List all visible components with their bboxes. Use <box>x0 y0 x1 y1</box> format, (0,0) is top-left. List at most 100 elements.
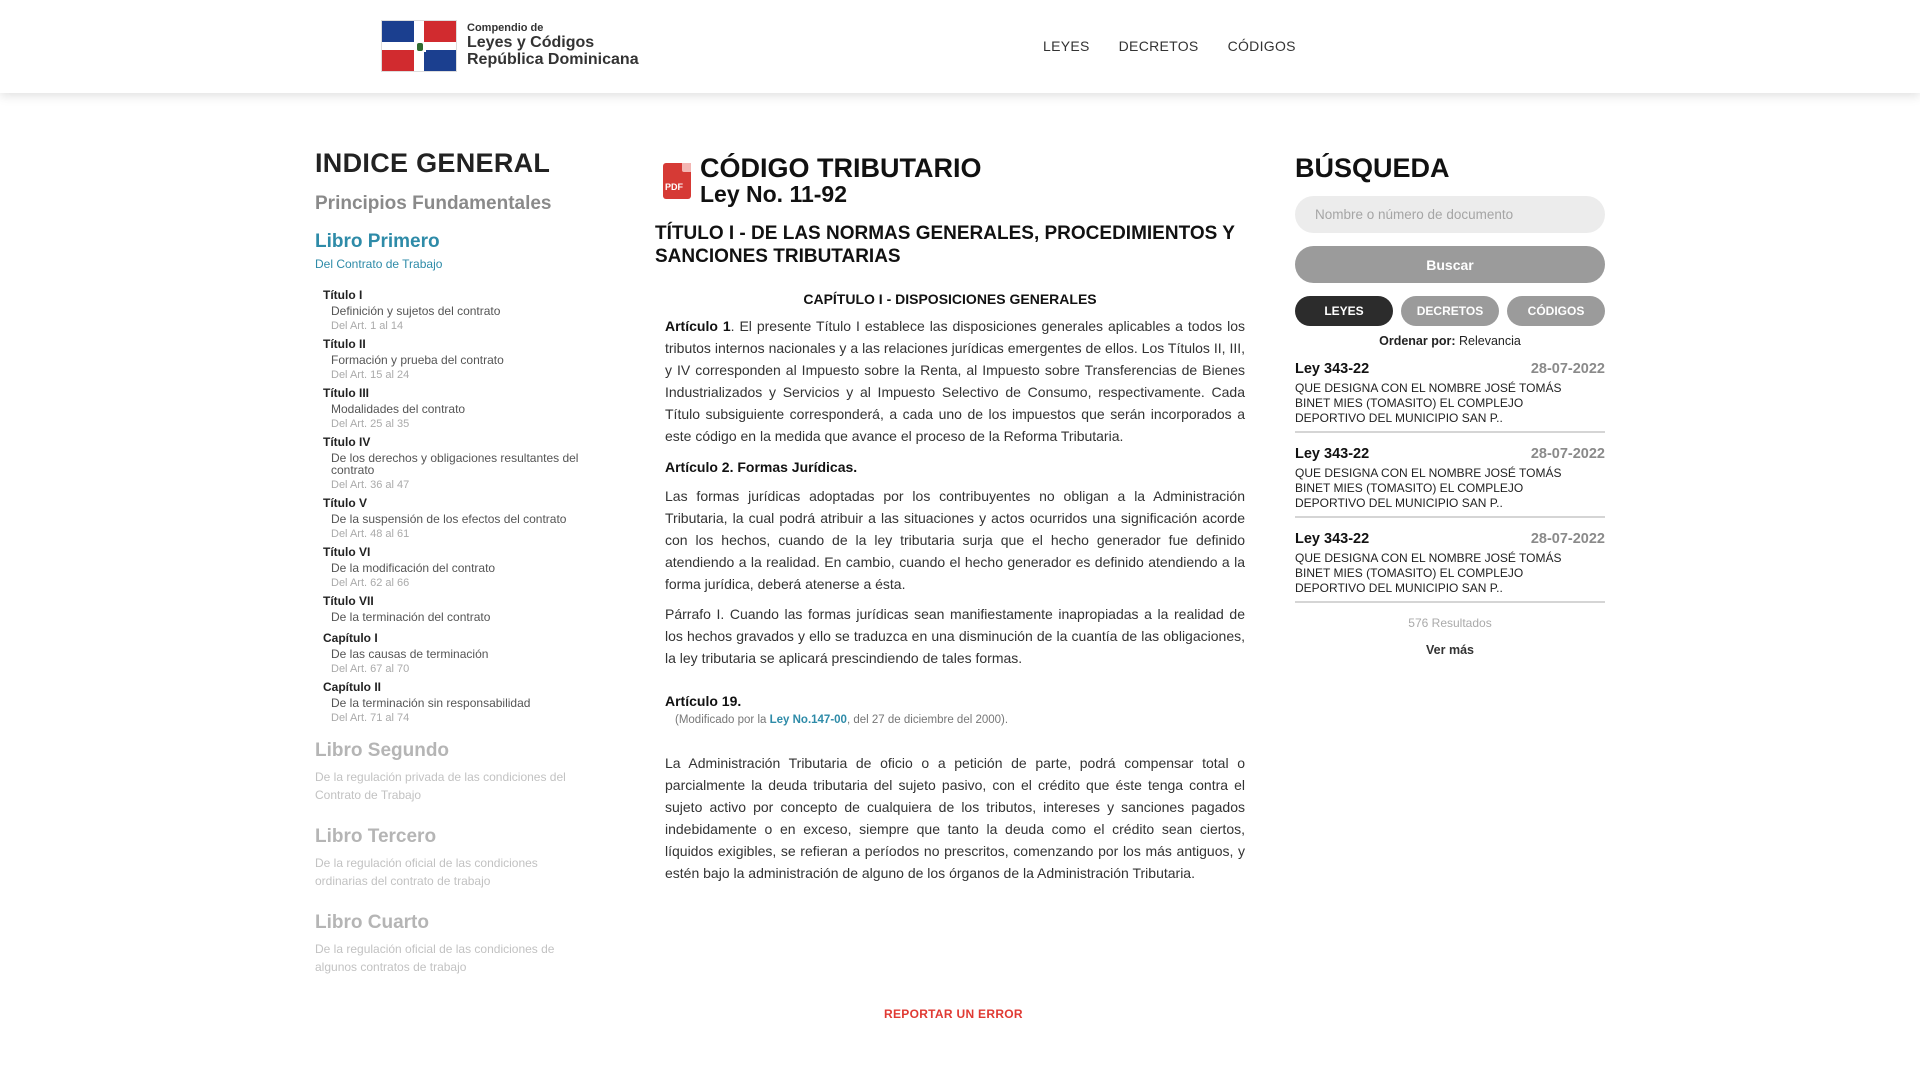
index-libro-cuarto[interactable]: Libro Cuarto <box>315 912 615 934</box>
titulo-range: Del Art. 62 al 66 <box>331 577 410 589</box>
site-header: Compendio de Leyes y Códigos República D… <box>0 0 1920 93</box>
result-ley: Ley 343-22 <box>1295 531 1370 547</box>
see-more-link[interactable]: Ver más <box>1295 643 1605 657</box>
article-1-label: Artículo 1 <box>665 317 731 334</box>
results-count: 576 Resultados <box>1408 616 1492 630</box>
pdf-icon[interactable]: PDF <box>663 163 691 199</box>
titulo-range: Del Art. 48 al 61 <box>331 528 410 540</box>
index-libro-segundo[interactable]: Libro Segundo <box>315 740 615 762</box>
titulo-name: Título VII <box>323 594 374 608</box>
index-libro-tercero[interactable]: Libro Tercero <box>315 826 615 848</box>
titulo-item[interactable]: Título II Formación y prueba del contrat… <box>323 337 615 381</box>
titulos-list: Título I Definición y sujetos del contra… <box>315 288 615 724</box>
titulo-desc: De la modificación del contrato <box>331 561 496 575</box>
nav-decretos[interactable]: DECRETOS <box>1119 38 1199 54</box>
titulo-item[interactable]: Título VI De la modificación del contrat… <box>323 545 615 589</box>
order-by[interactable]: Ordenar por: Relevancia <box>1295 334 1605 348</box>
titulo-desc: De la suspensión de los efectos del cont… <box>331 512 567 526</box>
capitulo-range: Del Art. 71 al 74 <box>331 712 410 724</box>
titulo-name: Título VI <box>323 545 371 559</box>
index-libro-segundo-sub: De la regulación privada de las condicio… <box>315 770 566 802</box>
mod-prefix: (Modificado por la <box>675 713 770 726</box>
result-date: 28-07-2022 <box>1530 446 1605 462</box>
titulo-desc: Modalidades del contrato <box>331 402 466 416</box>
index-libro-cuarto-sub: De la regulación oficial de las condicio… <box>315 942 555 974</box>
titulo-desc: Definición y sujetos del contrato <box>331 304 501 318</box>
nav-codigos[interactable]: CÓDIGOS <box>1228 38 1296 54</box>
nav-leyes[interactable]: LEYES <box>1043 38 1090 54</box>
article-19-heading: Artículo 19. <box>665 692 742 709</box>
result-item[interactable]: Ley 343-22 28-07-2022 QUE DESIGNA CON EL… <box>1295 531 1605 603</box>
result-item[interactable]: Ley 343-22 28-07-2022 QUE DESIGNA CON EL… <box>1295 361 1605 433</box>
titulo-item[interactable]: Título V De la suspensión de los efectos… <box>323 496 615 540</box>
titulo-item[interactable]: Título I Definición y sujetos del contra… <box>323 288 615 332</box>
result-item[interactable]: Ley 343-22 28-07-2022 QUE DESIGNA CON EL… <box>1295 446 1605 518</box>
capitulo-item[interactable]: Capítulo I De las causas de terminación … <box>323 631 615 675</box>
dominican-flag-icon <box>381 20 457 72</box>
index-sidebar: INDICE GENERAL Principios Fundamentales … <box>315 148 615 976</box>
mod-suffix: , del 27 de diciembre del 2000). <box>846 713 1009 726</box>
ley-147-00-link[interactable]: Ley No.147-00 <box>770 714 847 726</box>
capitulo-heading: CAPÍTULO I - DISPOSICIONES GENERALES <box>803 290 1097 307</box>
titulo-item[interactable]: Título VII De la terminación del contrat… <box>323 594 615 623</box>
document-header: PDF CÓDIGO TRIBUTARIO Ley No. 11-92 <box>655 155 1245 206</box>
index-libro-tercero-sub: De la regulación oficial de las condicio… <box>315 856 538 888</box>
logo-title-line2: República Dominicana <box>467 50 639 68</box>
search-input[interactable] <box>1295 196 1605 233</box>
capitulo-item[interactable]: Capítulo II De la terminación sin respon… <box>323 680 615 724</box>
search-title: BÚSQUEDA <box>1295 153 1450 183</box>
titulo-item[interactable]: Título III Modalidades del contrato Del … <box>323 386 615 430</box>
search-button[interactable]: Buscar <box>1295 246 1605 283</box>
result-desc: QUE DESIGNA CON EL NOMBRE JOSÉ TOMÁS BIN… <box>1295 551 1562 595</box>
article-1: Artículo 1. El presente Título I estable… <box>665 315 1245 447</box>
titulo-desc: Formación y prueba del contrato <box>331 353 504 367</box>
filter-codigos[interactable]: CÓDIGOS <box>1507 296 1605 326</box>
filter-group: LEYES DECRETOS CÓDIGOS <box>1295 296 1605 326</box>
capitulo-desc: De las causas de terminación <box>331 647 489 661</box>
capitulo-name: Capítulo I <box>323 631 378 645</box>
site-logo[interactable]: Compendio de Leyes y Códigos República D… <box>381 20 639 72</box>
pdf-label: PDF <box>665 182 683 192</box>
order-label: Ordenar por: <box>1379 334 1456 348</box>
capitulo-name: Capítulo II <box>323 680 381 694</box>
result-ley: Ley 343-22 <box>1295 446 1370 462</box>
result-desc: QUE DESIGNA CON EL NOMBRE JOSÉ TOMÁS BIN… <box>1295 381 1562 425</box>
article-1-text: . El presente Título I establece las dis… <box>665 317 1245 444</box>
main-nav: LEYES DECRETOS CÓDIGOS <box>1043 38 1325 54</box>
logo-title-line1: Leyes y Códigos <box>467 33 595 51</box>
order-value: Relevancia <box>1455 334 1521 348</box>
article-19-text: La Administración Tributaria de oficio o… <box>665 754 1245 881</box>
index-principios[interactable]: Principios Fundamentales <box>315 193 615 215</box>
search-panel: BÚSQUEDA Buscar LEYES DECRETOS CÓDIGOS O… <box>1295 153 1605 657</box>
titulo-name: Título IV <box>323 435 371 449</box>
titulo-desc: De la terminación del contrato <box>331 610 491 624</box>
article-2-heading: Artículo 2. Formas Jurídicas. <box>665 458 858 475</box>
modification-note: (Modificado por la Ley No.147-00, del 27… <box>665 714 1245 726</box>
filter-decretos[interactable]: DECRETOS <box>1401 296 1499 326</box>
titulo-heading: TÍTULO I - DE LAS NORMAS GENERALES, PROC… <box>655 223 1235 267</box>
document-content: PDF CÓDIGO TRIBUTARIO Ley No. 11-92 TÍTU… <box>655 155 1245 884</box>
parrafo-1: Párrafo I. Cuando las formas jurídicas s… <box>665 605 1245 666</box>
document-title: CÓDIGO TRIBUTARIO <box>700 153 982 183</box>
titulo-range: Del Art. 15 al 24 <box>331 369 410 381</box>
titulo-range: Del Art. 36 al 47 <box>331 479 410 491</box>
capitulo-range: Del Art. 67 al 70 <box>331 663 410 675</box>
article-2-text: Las formas jurídicas adoptadas por los c… <box>665 487 1245 592</box>
index-libro-primero[interactable]: Libro Primero <box>315 231 615 253</box>
titulo-name: Título V <box>323 496 367 510</box>
titulo-range: Del Art. 25 al 35 <box>331 418 410 430</box>
result-desc: QUE DESIGNA CON EL NOMBRE JOSÉ TOMÁS BIN… <box>1295 466 1562 510</box>
filter-leyes[interactable]: LEYES <box>1295 296 1393 326</box>
document-subtitle: Ley No. 11-92 <box>700 181 848 207</box>
capitulo-desc: De la terminación sin responsabilidad <box>331 696 531 710</box>
index-libro-primero-sub: Del Contrato de Trabajo <box>315 257 443 271</box>
titulo-range: Del Art. 1 al 14 <box>331 320 404 332</box>
result-date: 28-07-2022 <box>1530 531 1605 547</box>
titulo-name: Título III <box>323 386 369 400</box>
result-ley: Ley 343-22 <box>1295 361 1370 377</box>
report-error-link[interactable]: REPORTAR UN ERROR <box>884 1007 1023 1021</box>
titulo-name: Título I <box>323 288 363 302</box>
titulo-name: Título II <box>323 337 366 351</box>
titulo-desc: De los derechos y obligaciones resultant… <box>331 451 579 477</box>
titulo-item[interactable]: Título IV De los derechos y obligaciones… <box>323 435 615 491</box>
